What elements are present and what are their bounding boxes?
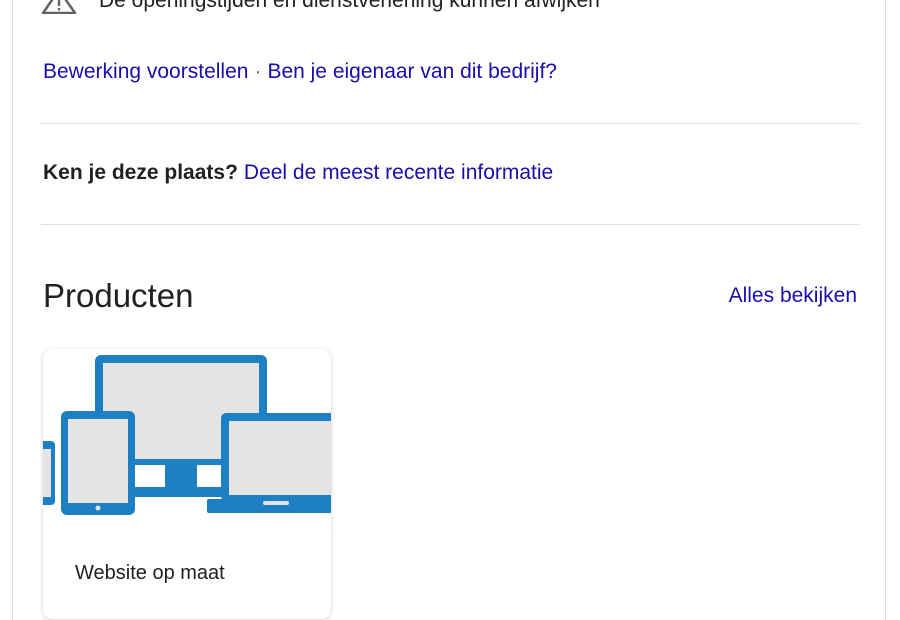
see-all-products-link[interactable]: Alles bekijken bbox=[729, 284, 857, 308]
hours-notice: De openingstijden en dienstverlening kun… bbox=[41, 0, 600, 15]
responsive-devices-icon bbox=[43, 349, 331, 529]
know-place-question: Ken je deze plaats? bbox=[43, 161, 238, 184]
link-separator: · bbox=[254, 60, 262, 83]
product-name: Website op maat bbox=[75, 562, 225, 584]
product-card[interactable]: Website op maat bbox=[43, 349, 331, 619]
edit-links: Bewerking voorstellen · Ben je eigenaar va… bbox=[43, 60, 557, 84]
know-place-prompt: Ken je deze plaats? Deel de meest recente… bbox=[43, 161, 553, 185]
share-info-link[interactable]: Deel de meest recente informatie bbox=[244, 161, 553, 184]
suggest-edit-link[interactable]: Bewerking voorstellen bbox=[43, 60, 248, 83]
claim-business-link[interactable]: Ben je eigenaar van dit bedrijf? bbox=[267, 60, 557, 83]
warning-triangle-icon bbox=[41, 0, 77, 15]
hours-notice-text: De openingstijden en dienstverlening kun… bbox=[99, 0, 600, 12]
divider bbox=[41, 123, 859, 124]
business-info-panel: De openingstijden en dienstverlening kun… bbox=[12, 0, 886, 620]
products-heading: Producten bbox=[43, 277, 194, 314]
divider bbox=[41, 224, 859, 225]
